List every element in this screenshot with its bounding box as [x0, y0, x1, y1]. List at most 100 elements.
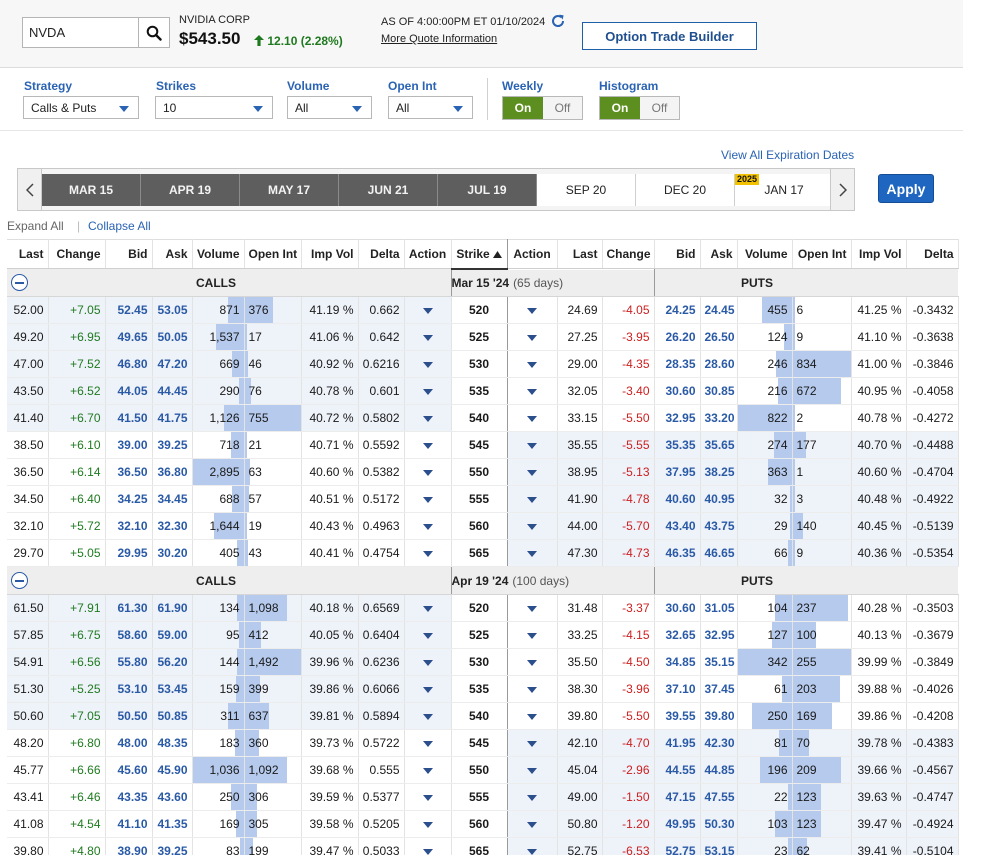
refresh-button[interactable]: [550, 13, 566, 32]
put-last: 52.75: [557, 837, 603, 855]
call-action-dropdown[interactable]: [404, 323, 452, 351]
put-action-dropdown[interactable]: [507, 594, 558, 622]
section-spacer: [301, 566, 451, 595]
column-header-label: Change: [606, 247, 651, 261]
put-action-dropdown[interactable]: [507, 431, 558, 459]
put-imp-vol: 41.10 %: [851, 323, 907, 351]
expiration-next-button[interactable]: [830, 169, 854, 210]
histogram-off-button[interactable]: Off: [640, 97, 679, 119]
put-action-dropdown[interactable]: [507, 648, 558, 676]
call-action-dropdown[interactable]: [404, 648, 452, 676]
put-imp-vol: 40.95 %: [851, 377, 907, 405]
collapse-icon[interactable]: [11, 274, 28, 291]
apply-button[interactable]: Apply: [878, 174, 934, 203]
table-row: 47.00 +7.52 46.80 47.20 669 46 40.92 % 0.6216 53…: [7, 350, 959, 378]
call-bid: 53.10: [105, 675, 153, 703]
call-action-dropdown[interactable]: [404, 594, 452, 622]
call-action-dropdown[interactable]: [404, 539, 452, 567]
strike-column-header[interactable]: Strike: [450, 239, 508, 270]
search-button[interactable]: [139, 18, 169, 47]
call-change: +6.46: [48, 783, 106, 811]
call-last: 36.50: [7, 458, 49, 486]
call-action-dropdown[interactable]: [404, 404, 452, 432]
put-action-dropdown[interactable]: [507, 350, 558, 378]
put-action-dropdown[interactable]: [507, 539, 558, 567]
chevron-down-icon: [527, 659, 537, 666]
collapse-all-link[interactable]: Collapse All: [88, 219, 151, 233]
view-all-expirations-link[interactable]: View All Expiration Dates: [721, 148, 854, 162]
call-open-int: 305: [244, 810, 302, 838]
put-delta: -0.4058: [906, 377, 959, 405]
call-action-dropdown[interactable]: [404, 350, 452, 378]
more-quote-info-link[interactable]: More Quote Information: [381, 33, 497, 45]
call-action-dropdown[interactable]: [404, 810, 452, 838]
call-action-dropdown[interactable]: [404, 512, 452, 540]
call-imp-vol: 40.72 %: [301, 404, 359, 432]
put-action-dropdown[interactable]: [507, 296, 558, 324]
call-action-dropdown[interactable]: [404, 621, 452, 649]
expiration-tab[interactable]: DEC 20: [636, 174, 735, 206]
call-action-dropdown[interactable]: [404, 702, 452, 730]
call-action-dropdown[interactable]: [404, 675, 452, 703]
call-bid: 39.00: [105, 431, 153, 459]
put-change: -5.13: [602, 458, 655, 486]
weekly-on-button[interactable]: On: [503, 97, 543, 119]
call-action-dropdown[interactable]: [404, 458, 452, 486]
put-action-dropdown[interactable]: [507, 323, 558, 351]
put-change: -3.95: [602, 323, 655, 351]
put-action-dropdown[interactable]: [507, 729, 558, 757]
put-ask: 35.65: [700, 431, 738, 459]
put-action-dropdown[interactable]: [507, 675, 558, 703]
expiration-tab[interactable]: JUL 19: [438, 174, 537, 206]
volume-select[interactable]: All: [287, 96, 372, 119]
call-action-dropdown[interactable]: [404, 485, 452, 513]
histogram-on-button[interactable]: On: [600, 97, 640, 119]
put-volume-value: 196: [767, 763, 788, 777]
call-action-dropdown[interactable]: [404, 837, 452, 855]
put-action-dropdown[interactable]: [507, 837, 558, 855]
column-header-label: Bid: [128, 247, 148, 261]
call-action-dropdown[interactable]: [404, 431, 452, 459]
put-action-dropdown[interactable]: [507, 458, 558, 486]
call-imp-vol: 39.73 %: [301, 729, 359, 757]
call-action-dropdown[interactable]: [404, 729, 452, 757]
expiration-tab[interactable]: JUN 21: [339, 174, 438, 206]
put-action-dropdown[interactable]: [507, 512, 558, 540]
put-action-dropdown[interactable]: [507, 485, 558, 513]
symbol-input[interactable]: [23, 18, 139, 47]
open-int-select[interactable]: All: [388, 96, 473, 119]
put-open-int: 62: [792, 837, 852, 855]
call-bid: 41.10: [105, 810, 153, 838]
expiration-tab[interactable]: SEP 20: [537, 174, 636, 206]
call-action-dropdown[interactable]: [404, 296, 452, 324]
call-open-int-value: 1,492: [248, 655, 279, 669]
expiration-tab[interactable]: APR 19: [141, 174, 240, 206]
put-imp-vol: 40.70 %: [851, 431, 907, 459]
expiration-tab[interactable]: MAY 17: [240, 174, 339, 206]
call-action-dropdown[interactable]: [404, 783, 452, 811]
call-change: +6.66: [48, 756, 106, 784]
option-trade-builder-button[interactable]: Option Trade Builder: [582, 22, 757, 50]
expiration-tab[interactable]: 2025 JAN 17: [735, 174, 834, 206]
put-action-dropdown[interactable]: [507, 377, 558, 405]
put-action-dropdown[interactable]: [507, 404, 558, 432]
put-action-dropdown[interactable]: [507, 783, 558, 811]
put-action-dropdown[interactable]: [507, 621, 558, 649]
weekly-off-button[interactable]: Off: [543, 97, 582, 119]
strategy-select[interactable]: Calls & Puts: [23, 96, 139, 119]
call-open-int-value: 1,092: [248, 763, 279, 777]
expand-all-link[interactable]: Expand All: [7, 219, 64, 233]
column-header-label: Open Int: [797, 247, 847, 261]
call-last: 51.30: [7, 675, 49, 703]
put-volume-value: 455: [767, 303, 788, 317]
put-action-dropdown[interactable]: [507, 810, 558, 838]
collapse-icon[interactable]: [11, 572, 28, 589]
put-volume: 822: [737, 404, 793, 432]
put-action-dropdown[interactable]: [507, 756, 558, 784]
strikes-select[interactable]: 10: [155, 96, 273, 119]
call-action-dropdown[interactable]: [404, 377, 452, 405]
expiration-prev-button[interactable]: [18, 169, 42, 210]
expiration-tab[interactable]: MAR 15: [42, 174, 141, 206]
put-action-dropdown[interactable]: [507, 702, 558, 730]
call-action-dropdown[interactable]: [404, 756, 452, 784]
